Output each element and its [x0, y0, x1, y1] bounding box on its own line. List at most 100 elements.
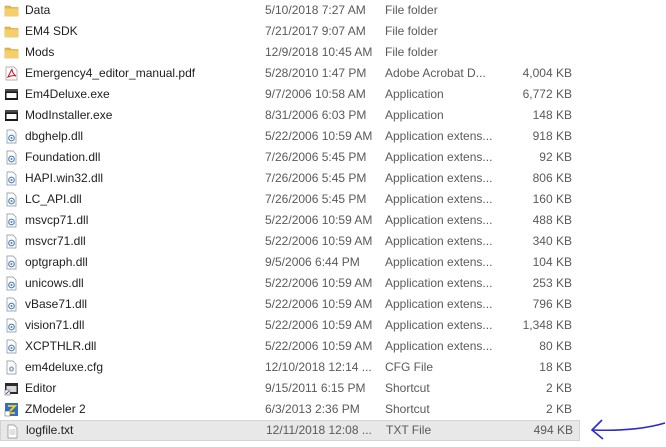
file-type: Application extens...: [385, 339, 493, 353]
file-type: Application extens...: [385, 129, 493, 143]
file-type: Shortcut: [385, 381, 430, 395]
file-type: Application extens...: [385, 213, 493, 227]
file-name: ZModeler 2: [25, 402, 86, 416]
file-name: unicows.dll: [25, 276, 84, 290]
file-type: Application: [385, 87, 444, 101]
file-date-modified: 5/22/2006 10:59 AM: [265, 276, 373, 290]
exe-icon: [4, 87, 19, 102]
file-name: Emergency4_editor_manual.pdf: [25, 66, 196, 80]
file-row[interactable]: em4deluxe.cfg 12/10/2018 12:14 ... CFG Fil…: [0, 357, 580, 378]
file-row[interactable]: LC_API.dll 7/26/2006 5:45 PM Application e…: [0, 189, 580, 210]
dll-icon: [4, 276, 19, 291]
file-date-modified: 5/22/2006 10:59 AM: [265, 234, 373, 248]
file-row[interactable]: EM4 SDK 7/21/2017 9:07 AM File folder: [0, 21, 580, 42]
file-name: LC_API.dll: [25, 192, 82, 206]
file-name: msvcp71.dll: [25, 213, 89, 227]
file-size: 918 KB: [532, 129, 572, 143]
file-date-modified: 5/22/2006 10:59 AM: [265, 129, 373, 143]
file-row[interactable]: logfile.txt 12/11/2018 12:08 ... TXT File 4…: [0, 420, 580, 441]
file-size: 253 KB: [532, 276, 572, 290]
file-name: dbghelp.dll: [25, 129, 84, 143]
file-type: File folder: [385, 24, 438, 38]
file-row[interactable]: msvcr71.dll 5/22/2006 10:59 AM Application…: [0, 231, 580, 252]
file-row[interactable]: Data 5/10/2018 7:27 AM File folder: [0, 0, 580, 21]
file-size: 488 KB: [532, 213, 572, 227]
file-name: vBase71.dll: [25, 297, 88, 311]
file-row[interactable]: XCPTHLR.dll 5/22/2006 10:59 AM Application…: [0, 336, 580, 357]
zmodeler-icon: [4, 402, 19, 417]
dll-icon: [4, 192, 19, 207]
cfg-icon: [4, 360, 19, 375]
file-date-modified: 12/10/2018 12:14 ...: [265, 360, 372, 374]
file-type: Application extens...: [385, 171, 493, 185]
dll-icon: [4, 339, 19, 354]
file-date-modified: 7/21/2017 9:07 AM: [265, 24, 366, 38]
file-date-modified: 5/22/2006 10:59 AM: [265, 297, 373, 311]
file-row[interactable]: Mods 12/9/2018 10:45 AM File folder: [0, 42, 580, 63]
file-type: Shortcut: [385, 402, 430, 416]
file-size: 80 KB: [539, 339, 572, 353]
file-size: 2 KB: [545, 381, 572, 395]
file-row[interactable]: ZModeler 2 6/3/2013 2:36 PM Shortcut 2 KB: [0, 399, 580, 420]
file-type: TXT File: [386, 423, 432, 437]
file-row[interactable]: msvcp71.dll 5/22/2006 10:59 AM Application…: [0, 210, 580, 231]
file-name: XCPTHLR.dll: [25, 339, 97, 353]
file-size: 2 KB: [545, 402, 572, 416]
dll-icon: [4, 213, 19, 228]
file-date-modified: 5/22/2006 10:59 AM: [265, 213, 373, 227]
file-row[interactable]: HAPI.win32.dll 7/26/2006 5:45 PM Applicati…: [0, 168, 580, 189]
file-name: Foundation.dll: [25, 150, 101, 164]
file-name: logfile.txt: [26, 423, 74, 437]
file-date-modified: 6/3/2013 2:36 PM: [265, 402, 360, 416]
file-size: 494 KB: [533, 423, 573, 437]
arrow-icon: [590, 419, 666, 440]
file-name: EM4 SDK: [25, 24, 78, 38]
dll-icon: [4, 234, 19, 249]
file-date-modified: 5/28/2010 1:47 PM: [265, 66, 367, 80]
file-date-modified: 5/10/2018 7:27 AM: [265, 3, 366, 17]
file-type: Adobe Acrobat D...: [385, 66, 486, 80]
file-type: Application extens...: [385, 255, 493, 269]
file-date-modified: 5/22/2006 10:59 AM: [265, 339, 373, 353]
file-type: Application extens...: [385, 150, 493, 164]
file-name: em4deluxe.cfg: [25, 360, 104, 374]
file-name: ModInstaller.exe: [25, 108, 113, 122]
dll-icon: [4, 255, 19, 270]
dll-icon: [4, 150, 19, 165]
file-date-modified: 9/5/2006 6:44 PM: [265, 255, 360, 269]
file-size: 1,348 KB: [522, 318, 572, 332]
file-row[interactable]: Editor 9/15/2011 6:15 PM Shortcut 2 KB: [0, 378, 580, 399]
file-size: 92 KB: [539, 150, 572, 164]
file-size: 796 KB: [532, 297, 572, 311]
file-row[interactable]: Foundation.dll 7/26/2006 5:45 PM Applicati…: [0, 147, 580, 168]
file-name: optgraph.dll: [25, 255, 88, 269]
dll-icon: [4, 171, 19, 186]
file-type: Application extens...: [385, 192, 493, 206]
file-row[interactable]: vBase71.dll 5/22/2006 10:59 AM Application…: [0, 294, 580, 315]
file-size: 18 KB: [539, 360, 572, 374]
file-type: Application extens...: [385, 234, 493, 248]
file-name: msvcr71.dll: [25, 234, 86, 248]
file-row[interactable]: dbghelp.dll 5/22/2006 10:59 AM Application…: [0, 126, 580, 147]
file-row[interactable]: optgraph.dll 9/5/2006 6:44 PM Application …: [0, 252, 580, 273]
file-row[interactable]: unicows.dll 5/22/2006 10:59 AM Application…: [0, 273, 580, 294]
file-row[interactable]: vision71.dll 5/22/2006 10:59 AM Applicatio…: [0, 315, 580, 336]
folder-icon: [4, 3, 19, 18]
file-type: File folder: [385, 45, 438, 59]
file-row[interactable]: ModInstaller.exe 8/31/2006 6:03 PM Applica…: [0, 105, 580, 126]
file-name: Editor: [25, 381, 57, 395]
file-type: Application: [385, 108, 444, 122]
file-type: Application extens...: [385, 297, 493, 311]
file-row[interactable]: Emergency4_editor_manual.pdf 5/28/2010 1:…: [0, 63, 580, 84]
dll-icon: [4, 129, 19, 144]
file-type: File folder: [385, 3, 438, 17]
file-row[interactable]: Em4Deluxe.exe 9/7/2006 10:58 AM Applicatio…: [0, 84, 580, 105]
file-size: 4,004 KB: [522, 66, 572, 80]
file-date-modified: 9/7/2006 10:58 AM: [265, 87, 366, 101]
file-type: CFG File: [385, 360, 433, 374]
file-name: Mods: [25, 45, 55, 59]
dll-icon: [4, 297, 19, 312]
txt-icon: [5, 424, 20, 439]
file-type: Application extens...: [385, 318, 493, 332]
folder-icon: [4, 45, 19, 60]
